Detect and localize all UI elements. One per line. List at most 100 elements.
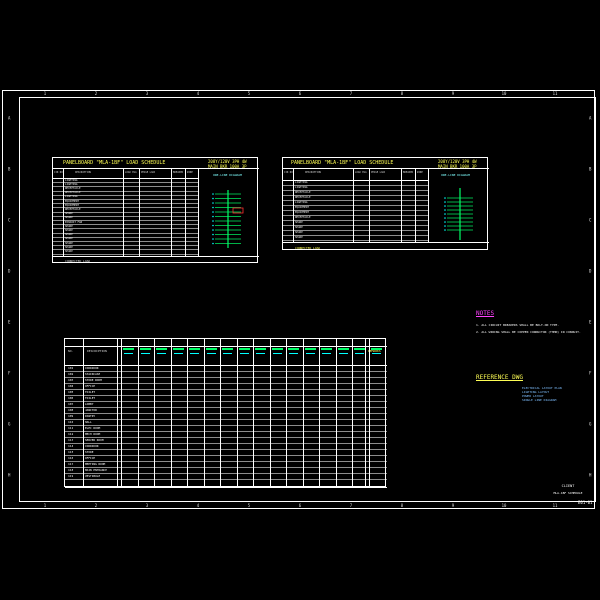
branch-terminal bbox=[444, 213, 446, 215]
grid-col-label: 2 bbox=[94, 503, 98, 508]
column-header-mark bbox=[140, 353, 150, 354]
grid-col-label: 10 bbox=[501, 91, 507, 96]
circuit-description: EXHAUST FAN bbox=[65, 220, 83, 224]
grid-col-label: 8 bbox=[400, 503, 404, 508]
room-number: 111 bbox=[68, 426, 74, 430]
branch-terminal bbox=[212, 193, 214, 195]
column-header-mark bbox=[156, 348, 167, 350]
column-rule bbox=[293, 168, 294, 242]
row-rule bbox=[53, 211, 198, 213]
grid-row-label: D bbox=[589, 268, 592, 274]
column-header-mark bbox=[172, 348, 184, 350]
room-number: 117 bbox=[68, 462, 74, 466]
room-number: 116 bbox=[68, 456, 74, 460]
panel-schedule-right-title: PANELBOARD "MLA-1BF" LOAD SCHEDULE bbox=[291, 160, 394, 166]
room-number: 106 bbox=[68, 396, 74, 400]
notes-title: NOTES bbox=[476, 310, 495, 317]
one-line-diagram-right bbox=[444, 188, 473, 240]
column-header: LOAD KVA bbox=[125, 171, 137, 174]
column-header: PHASE LOAD bbox=[141, 171, 156, 174]
grid-col-label: 1 bbox=[43, 91, 47, 96]
room-description: STORE ROOM bbox=[85, 378, 102, 382]
reference-title: REFERENCE DWG bbox=[476, 374, 523, 381]
branch-terminal bbox=[444, 217, 446, 219]
grid-row-label: F bbox=[8, 370, 11, 376]
grid-row-label: D bbox=[8, 268, 11, 274]
room-description: TOILET bbox=[85, 396, 96, 400]
reference-block: REFERENCE DWG ELECTRICAL LAYOUT PLAN LIG… bbox=[476, 374, 586, 402]
branch-terminal bbox=[212, 242, 214, 245]
header-rule bbox=[53, 168, 259, 169]
grid-row-label: E bbox=[8, 319, 11, 325]
title-block: CLIENT MLA-1BF SCHEDULE bbox=[548, 484, 588, 495]
grid-row-label: H bbox=[8, 472, 11, 478]
room-description: ELEC ROOM bbox=[85, 426, 101, 430]
branch-terminal bbox=[212, 206, 214, 209]
circuit-description: LIGHTING bbox=[65, 182, 78, 186]
grid-row-label: H bbox=[589, 472, 592, 478]
circuit-description: EQUIPMENT bbox=[295, 205, 310, 209]
grid-col-label: 8 bbox=[400, 91, 404, 96]
column-header-mark bbox=[355, 353, 364, 354]
column-rule bbox=[368, 339, 370, 488]
column-rule bbox=[139, 168, 140, 256]
room-number: 113 bbox=[68, 438, 74, 442]
column-rule bbox=[121, 339, 122, 488]
column-header: WIRE bbox=[417, 171, 423, 174]
grid-row-label: A bbox=[589, 115, 592, 121]
room-number: 114 bbox=[68, 444, 74, 448]
row-rule bbox=[53, 236, 198, 238]
column-rule bbox=[185, 168, 186, 256]
branch-terminal bbox=[212, 224, 214, 227]
column-rule bbox=[302, 339, 304, 488]
column-header-mark bbox=[271, 348, 283, 350]
circuit-description: SPARE bbox=[295, 225, 303, 229]
column-rule bbox=[319, 339, 320, 488]
grid-row-label: G bbox=[589, 421, 592, 427]
column-header-mark bbox=[222, 348, 233, 350]
grid-col-label: 3 bbox=[145, 91, 149, 96]
room-description: OFFICE bbox=[85, 456, 96, 460]
room-description: TOILET bbox=[85, 390, 96, 394]
header-rule bbox=[283, 168, 489, 169]
row-rule bbox=[283, 230, 428, 231]
circuit-description: LIGHTING bbox=[295, 185, 308, 189]
room-description: LOBBY bbox=[85, 402, 94, 406]
column-header-mark bbox=[157, 353, 166, 354]
column-rule bbox=[253, 339, 254, 488]
column-header: BREAKER bbox=[403, 171, 414, 174]
column-rule bbox=[401, 168, 402, 242]
grid-col-label: 11 bbox=[552, 503, 558, 508]
circuit-description: RECEPTACLE bbox=[295, 215, 311, 219]
column-header: DESCRIPTION bbox=[305, 171, 321, 174]
one-line-diagram-left bbox=[212, 190, 244, 248]
room-number: 103 bbox=[68, 378, 74, 382]
room-description: STORE bbox=[85, 450, 94, 454]
column-rule bbox=[123, 168, 124, 256]
column-header-mark bbox=[123, 348, 134, 350]
grid-col-label: 6 bbox=[298, 91, 302, 96]
panel-schedule-right: PANELBOARD "MLA-1BF" LOAD SCHEDULE 208Y/… bbox=[282, 157, 489, 250]
grid-col-label: 11 bbox=[552, 91, 558, 96]
column-rule bbox=[369, 168, 370, 242]
title-block-line2: MLA-1BF SCHEDULE bbox=[553, 491, 583, 495]
column-header: BREAKER bbox=[173, 171, 184, 174]
column-header-mark bbox=[272, 353, 282, 354]
grid-col-label: 5 bbox=[247, 91, 251, 96]
grid-col-label: 4 bbox=[196, 91, 200, 96]
room-number: 105 bbox=[68, 390, 74, 394]
column-rule bbox=[154, 339, 155, 488]
column-rule bbox=[415, 168, 416, 242]
row-rule bbox=[53, 245, 198, 247]
branch-terminal bbox=[444, 229, 446, 231]
column-header-mark bbox=[239, 353, 249, 354]
column-header-mark bbox=[124, 353, 133, 354]
column-header-mark bbox=[288, 348, 299, 350]
room-description: CORRIDOR bbox=[85, 366, 99, 370]
column-rule bbox=[198, 168, 199, 256]
column-header-mark bbox=[206, 353, 216, 354]
column-header: WIRE bbox=[187, 171, 193, 174]
diagram-label: ONE-LINE DIAGRAM bbox=[441, 173, 470, 177]
panel-schedule-left-footer: CONNECTED LOAD bbox=[65, 259, 91, 263]
row-rule bbox=[283, 225, 428, 226]
